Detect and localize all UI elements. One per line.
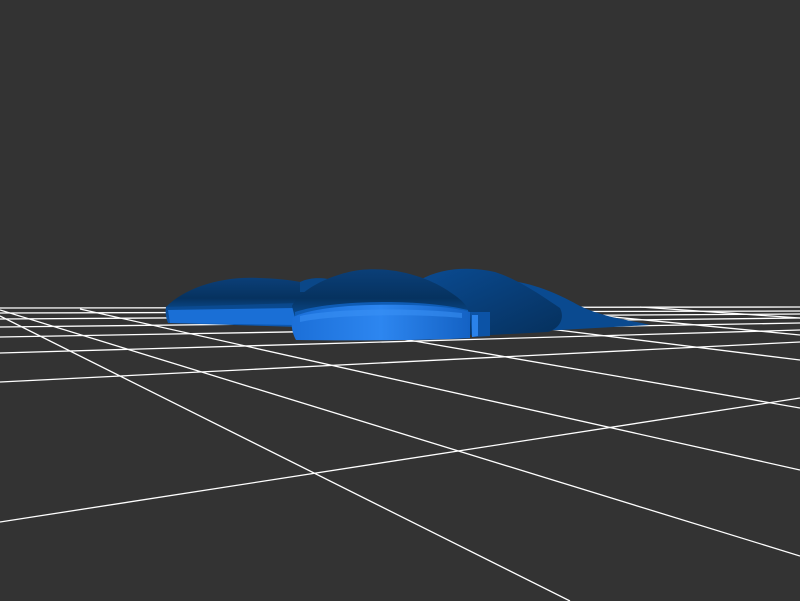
grid-line (0, 397, 800, 523)
grid-line (639, 306, 800, 319)
ground-grid (0, 306, 800, 601)
blob-model[interactable] (165, 268, 650, 341)
3d-scene-canvas[interactable] (0, 0, 800, 601)
model-right-face-edge (472, 315, 478, 337)
model-left-face-highlight (168, 308, 296, 325)
3d-viewport[interactable] (0, 0, 800, 601)
grid-line (0, 309, 800, 557)
